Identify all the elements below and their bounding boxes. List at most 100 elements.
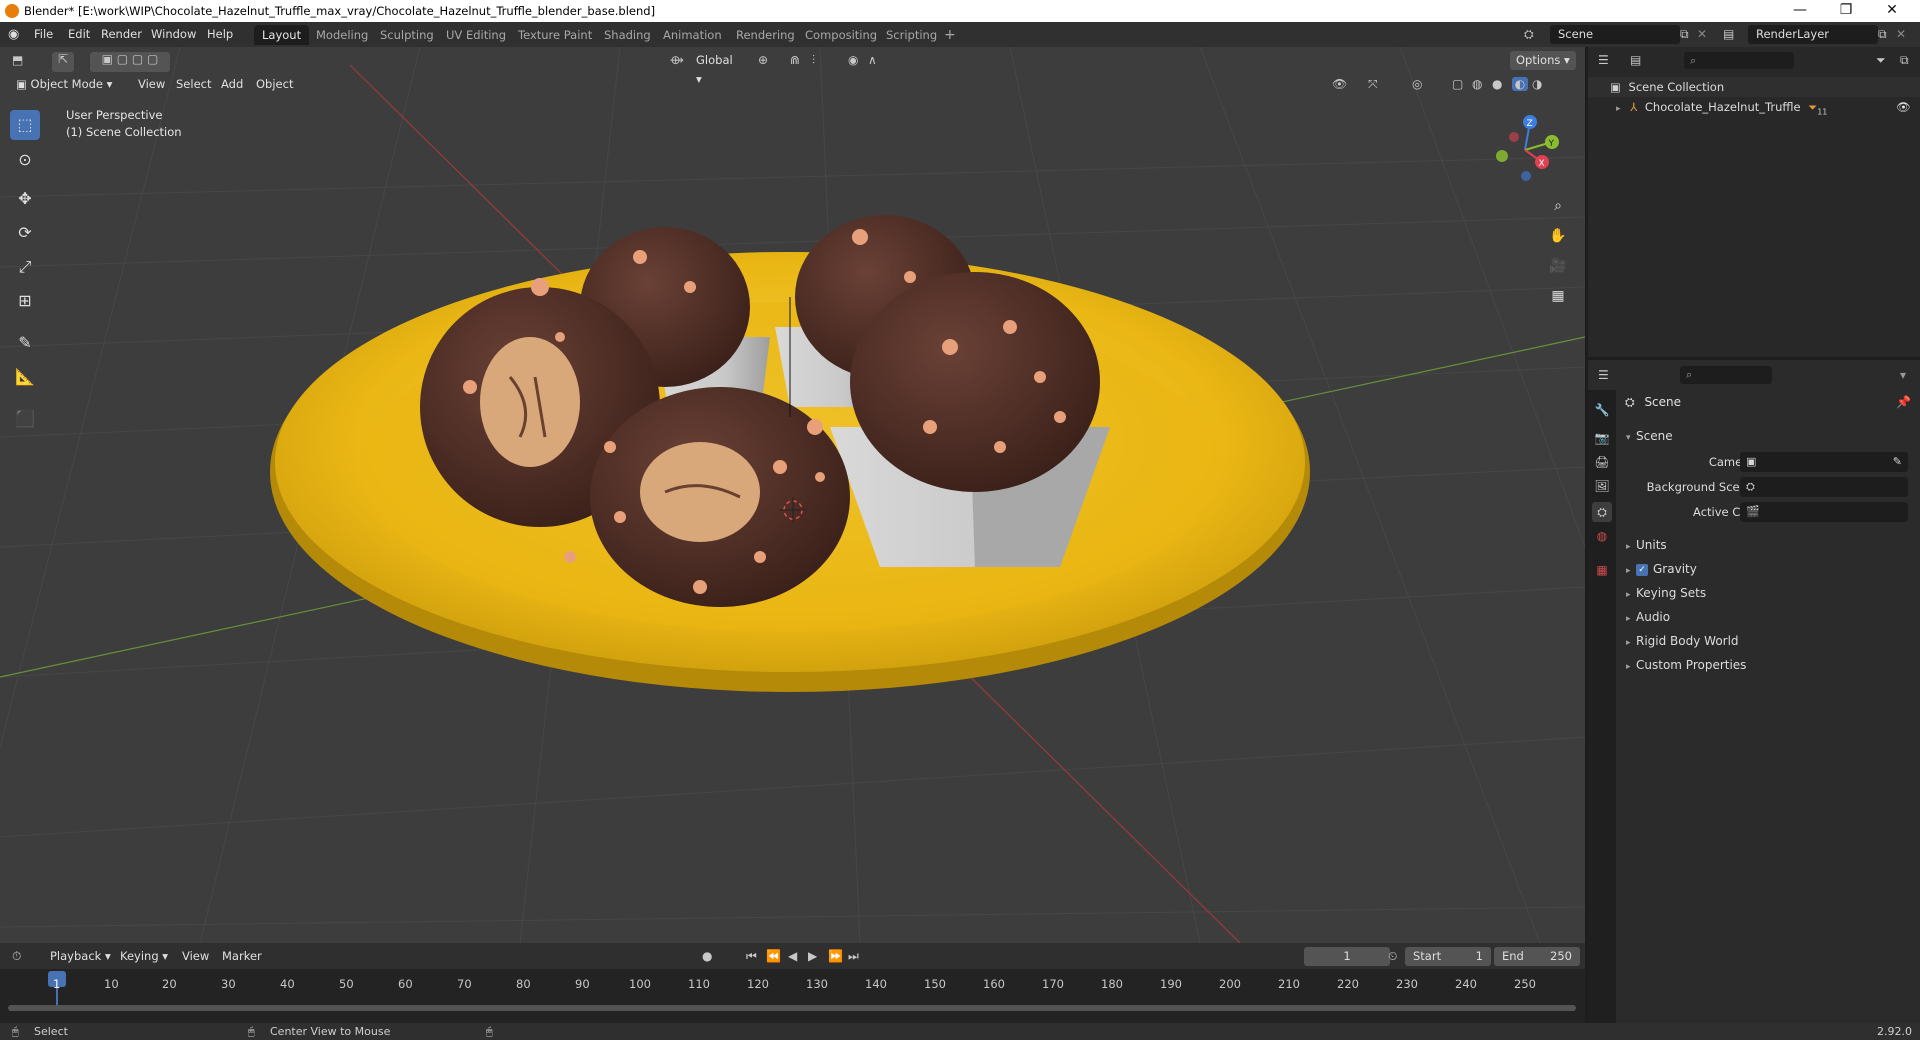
move-tool[interactable]: ✥ [10, 184, 40, 214]
navigation-gizmo[interactable]: Z Y X [1480, 110, 1570, 190]
editor-type-icon[interactable]: ⬒ [12, 53, 23, 67]
overlays-icon[interactable]: ◎ [1412, 77, 1422, 91]
measure-tool[interactable]: 📐 [10, 362, 40, 392]
outliner-filter-icon[interactable]: ⏷ [1876, 53, 1886, 68]
panel-audio[interactable]: ▸ Audio [1620, 605, 1920, 629]
menu-help[interactable]: Help [207, 27, 233, 41]
annotate-tool[interactable]: ✎ [10, 328, 40, 358]
record-icon[interactable]: ● [702, 949, 712, 963]
play-reverse-icon[interactable]: ◀ [788, 949, 797, 963]
expand-arrow-icon[interactable]: ▸ [1616, 104, 1621, 114]
menu-file[interactable]: File [34, 27, 53, 41]
tab-uv-editing[interactable]: UV Editing [438, 25, 514, 45]
falloff-icon[interactable]: ∧ [868, 53, 877, 67]
view-layer-tab-icon[interactable]: 🖼 [1592, 476, 1612, 496]
panel-units[interactable]: ▸ Units [1620, 533, 1920, 557]
pan-hand-icon[interactable]: ✋ [1545, 223, 1571, 249]
3d-viewport[interactable] [0, 47, 1585, 943]
outliner-search-input[interactable]: ⌕ [1684, 52, 1794, 69]
timeline-menu-view[interactable]: View [176, 947, 215, 966]
viewport-menu-select[interactable]: Select [170, 75, 217, 94]
menu-window[interactable]: Window [151, 27, 196, 41]
jump-start-icon[interactable]: ⏮ [746, 949, 757, 964]
new-layer-icon[interactable]: ⧉ [1878, 27, 1887, 42]
tab-texture-paint[interactable]: Texture Paint [510, 25, 600, 45]
render-tab-icon[interactable]: 📷 [1592, 428, 1612, 448]
output-tab-icon[interactable]: 🖨 [1592, 452, 1612, 472]
play-icon[interactable]: ▶ [808, 949, 817, 963]
minimize-button[interactable]: — [1777, 0, 1823, 22]
timeline-menu-marker[interactable]: Marker [216, 947, 268, 966]
select-box-tool[interactable]: ⬚ [10, 110, 40, 140]
add-cube-tool[interactable]: ⬛ [10, 404, 40, 434]
eyedropper-icon[interactable]: ✎ [1893, 455, 1902, 468]
menu-edit[interactable]: Edit [68, 27, 90, 41]
tab-shading[interactable]: Shading [596, 25, 659, 45]
tab-compositing[interactable]: Compositing [797, 25, 885, 45]
blender-menu-icon[interactable]: ◉ [8, 27, 19, 42]
background-scene-field[interactable]: ⛭ [1740, 477, 1908, 497]
gravity-checkbox[interactable]: ✓ [1636, 563, 1648, 576]
scene-selector[interactable]: Scene [1550, 25, 1680, 44]
proportional-edit-icon[interactable]: ◉ [848, 53, 858, 67]
render-layer-icon[interactable]: ▤ [1723, 27, 1734, 41]
options-menu[interactable]: Options ▾ [1510, 51, 1576, 70]
camera-field[interactable]: ▣ ✎ [1740, 452, 1908, 472]
properties-options-icon[interactable]: ▾ [1900, 368, 1906, 382]
tab-rendering[interactable]: Rendering [728, 25, 803, 45]
gizmo-toggle-icon[interactable]: ⤧ [1368, 77, 1378, 92]
delete-layer-icon[interactable]: ✕ [1896, 27, 1906, 41]
timeline-editor-type-icon[interactable]: ⏱ [12, 949, 21, 964]
rotate-tool[interactable]: ⟳ [10, 218, 40, 248]
current-frame-field[interactable]: 1 [1304, 947, 1390, 966]
render-layer-selector[interactable]: RenderLayer [1748, 25, 1878, 44]
scale-tool[interactable]: ⤢ [10, 252, 40, 282]
outliner-row-scene-collection[interactable]: ▣ Scene Collection [1588, 77, 1920, 97]
viewport-menu-object[interactable]: Object [250, 75, 299, 94]
tab-modeling[interactable]: Modeling [308, 25, 376, 45]
use-preview-range-icon[interactable]: ⏲ [1388, 949, 1397, 964]
restore-button[interactable]: ❐ [1823, 0, 1869, 22]
timeline-menu-playback[interactable]: Playback ▾ [44, 947, 117, 966]
new-scene-icon[interactable]: ⧉ [1680, 27, 1689, 42]
outliner-editor-type-icon[interactable]: ☰ [1598, 53, 1609, 67]
viewport-menu-add[interactable]: Add [215, 75, 249, 94]
prev-keyframe-icon[interactable]: ⏪ [766, 949, 781, 963]
menu-render[interactable]: Render [101, 27, 142, 41]
xray-icon[interactable]: ▢ [1452, 77, 1463, 91]
shading-material-icon[interactable]: ◐ [1512, 77, 1528, 91]
jump-end-icon[interactable]: ⏭ [848, 949, 859, 964]
ortho-toggle-icon[interactable]: ▦ [1545, 283, 1571, 309]
panel-keying-sets[interactable]: ▸ Keying Sets [1620, 581, 1920, 605]
selection-mode-icons[interactable]: ▣ ▢ ▢ ▢ [90, 52, 170, 72]
end-frame-field[interactable]: End 250 [1494, 947, 1580, 966]
panel-rigid-body-world[interactable]: ▸ Rigid Body World [1620, 629, 1920, 653]
panel-scene-header[interactable]: ▾ Scene [1620, 424, 1920, 448]
active-clip-field[interactable]: 🎬 [1740, 502, 1908, 522]
viewport-menu-view[interactable]: View [132, 75, 171, 94]
delete-scene-icon[interactable]: ✕ [1697, 27, 1707, 41]
shading-wireframe-icon[interactable]: ◍ [1472, 77, 1482, 91]
select-tool-icon[interactable]: ⇱ [52, 52, 74, 72]
scene-icon[interactable]: ⛭ [1524, 27, 1534, 42]
transform-tool[interactable]: ⊞ [10, 286, 40, 316]
outliner-row-object[interactable]: ▸ ⅄ Chocolate_Hazelnut_Truffle ⏷11 👁 [1588, 97, 1920, 117]
texture-tab-icon[interactable]: ▦ [1592, 560, 1612, 580]
start-frame-field[interactable]: Start 1 [1405, 947, 1491, 966]
visibility-eye-icon[interactable]: 👁 [1896, 97, 1911, 117]
transform-orientation-icon[interactable]: ⟴ [670, 53, 684, 67]
shading-rendered-icon[interactable]: ◑ [1532, 77, 1542, 91]
cursor-tool[interactable]: ⊙ [10, 145, 40, 175]
shading-solid-icon[interactable]: ● [1492, 77, 1502, 91]
outliner-display-mode-icon[interactable]: ▤ [1630, 53, 1641, 67]
close-button[interactable]: ✕ [1869, 0, 1915, 22]
new-collection-icon[interactable]: ⧉ [1900, 53, 1909, 68]
timeline-menu-keying[interactable]: Keying ▾ [114, 947, 174, 966]
object-mode-select[interactable]: ▣ Object Mode ▾ [10, 75, 118, 94]
snap-icon[interactable]: ⋒ [790, 53, 800, 67]
tab-sculpting[interactable]: Sculpting [372, 25, 442, 45]
next-keyframe-icon[interactable]: ⏩ [828, 949, 843, 963]
transform-orientation-select[interactable]: Global ▾ [690, 51, 746, 86]
panel-custom-properties[interactable]: ▸ Custom Properties [1620, 653, 1920, 677]
world-tab-icon[interactable]: ◍ [1592, 526, 1612, 546]
